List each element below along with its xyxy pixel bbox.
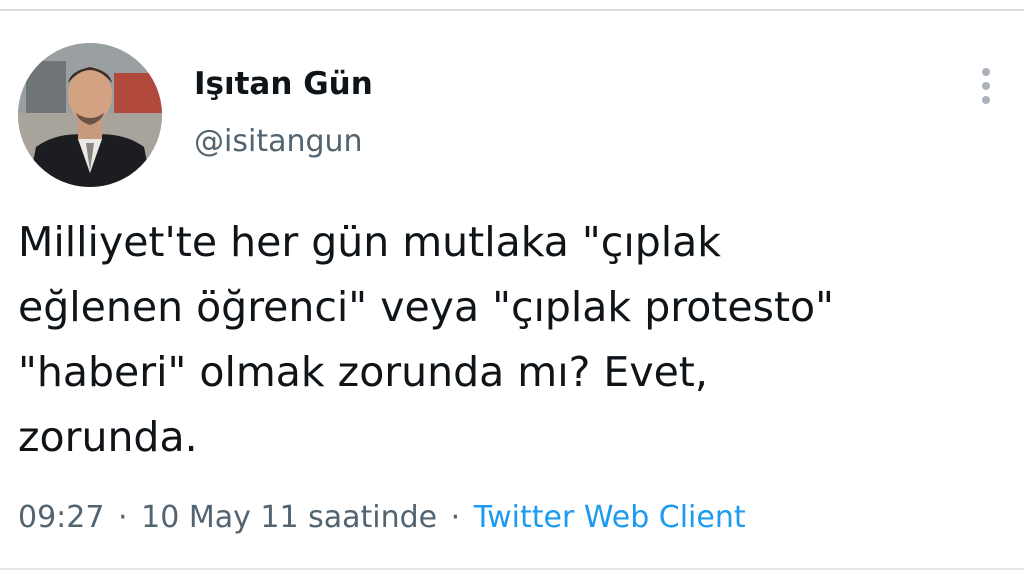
tweet-meta: 09:27 · 10 May 11 saatinde · Twitter Web… [18, 500, 746, 535]
meta-separator: · [118, 500, 128, 535]
top-divider [0, 9, 1024, 11]
user-handle[interactable]: @isitangun [194, 124, 363, 159]
tweet-source-link[interactable]: Twitter Web Client [474, 500, 746, 535]
avatar[interactable] [18, 43, 162, 187]
more-vertical-icon[interactable] [972, 62, 1000, 110]
more-dot [982, 68, 990, 76]
bottom-divider [0, 568, 1024, 570]
user-display-name[interactable]: Işıtan Gün [194, 66, 373, 102]
tweet-time[interactable]: 09:27 [18, 500, 104, 535]
more-dot [982, 82, 990, 90]
more-dot [982, 96, 990, 104]
tweet-date[interactable]: 10 May 11 saatinde [141, 500, 437, 535]
meta-separator: · [450, 500, 461, 535]
tweet-text: Milliyet'te her gün mutlaka "çıplak eğle… [18, 218, 834, 461]
tweet-card: Işıtan Gün @isitangun Milliyet'te her gü… [0, 0, 1024, 576]
profile-photo-icon [18, 43, 162, 187]
